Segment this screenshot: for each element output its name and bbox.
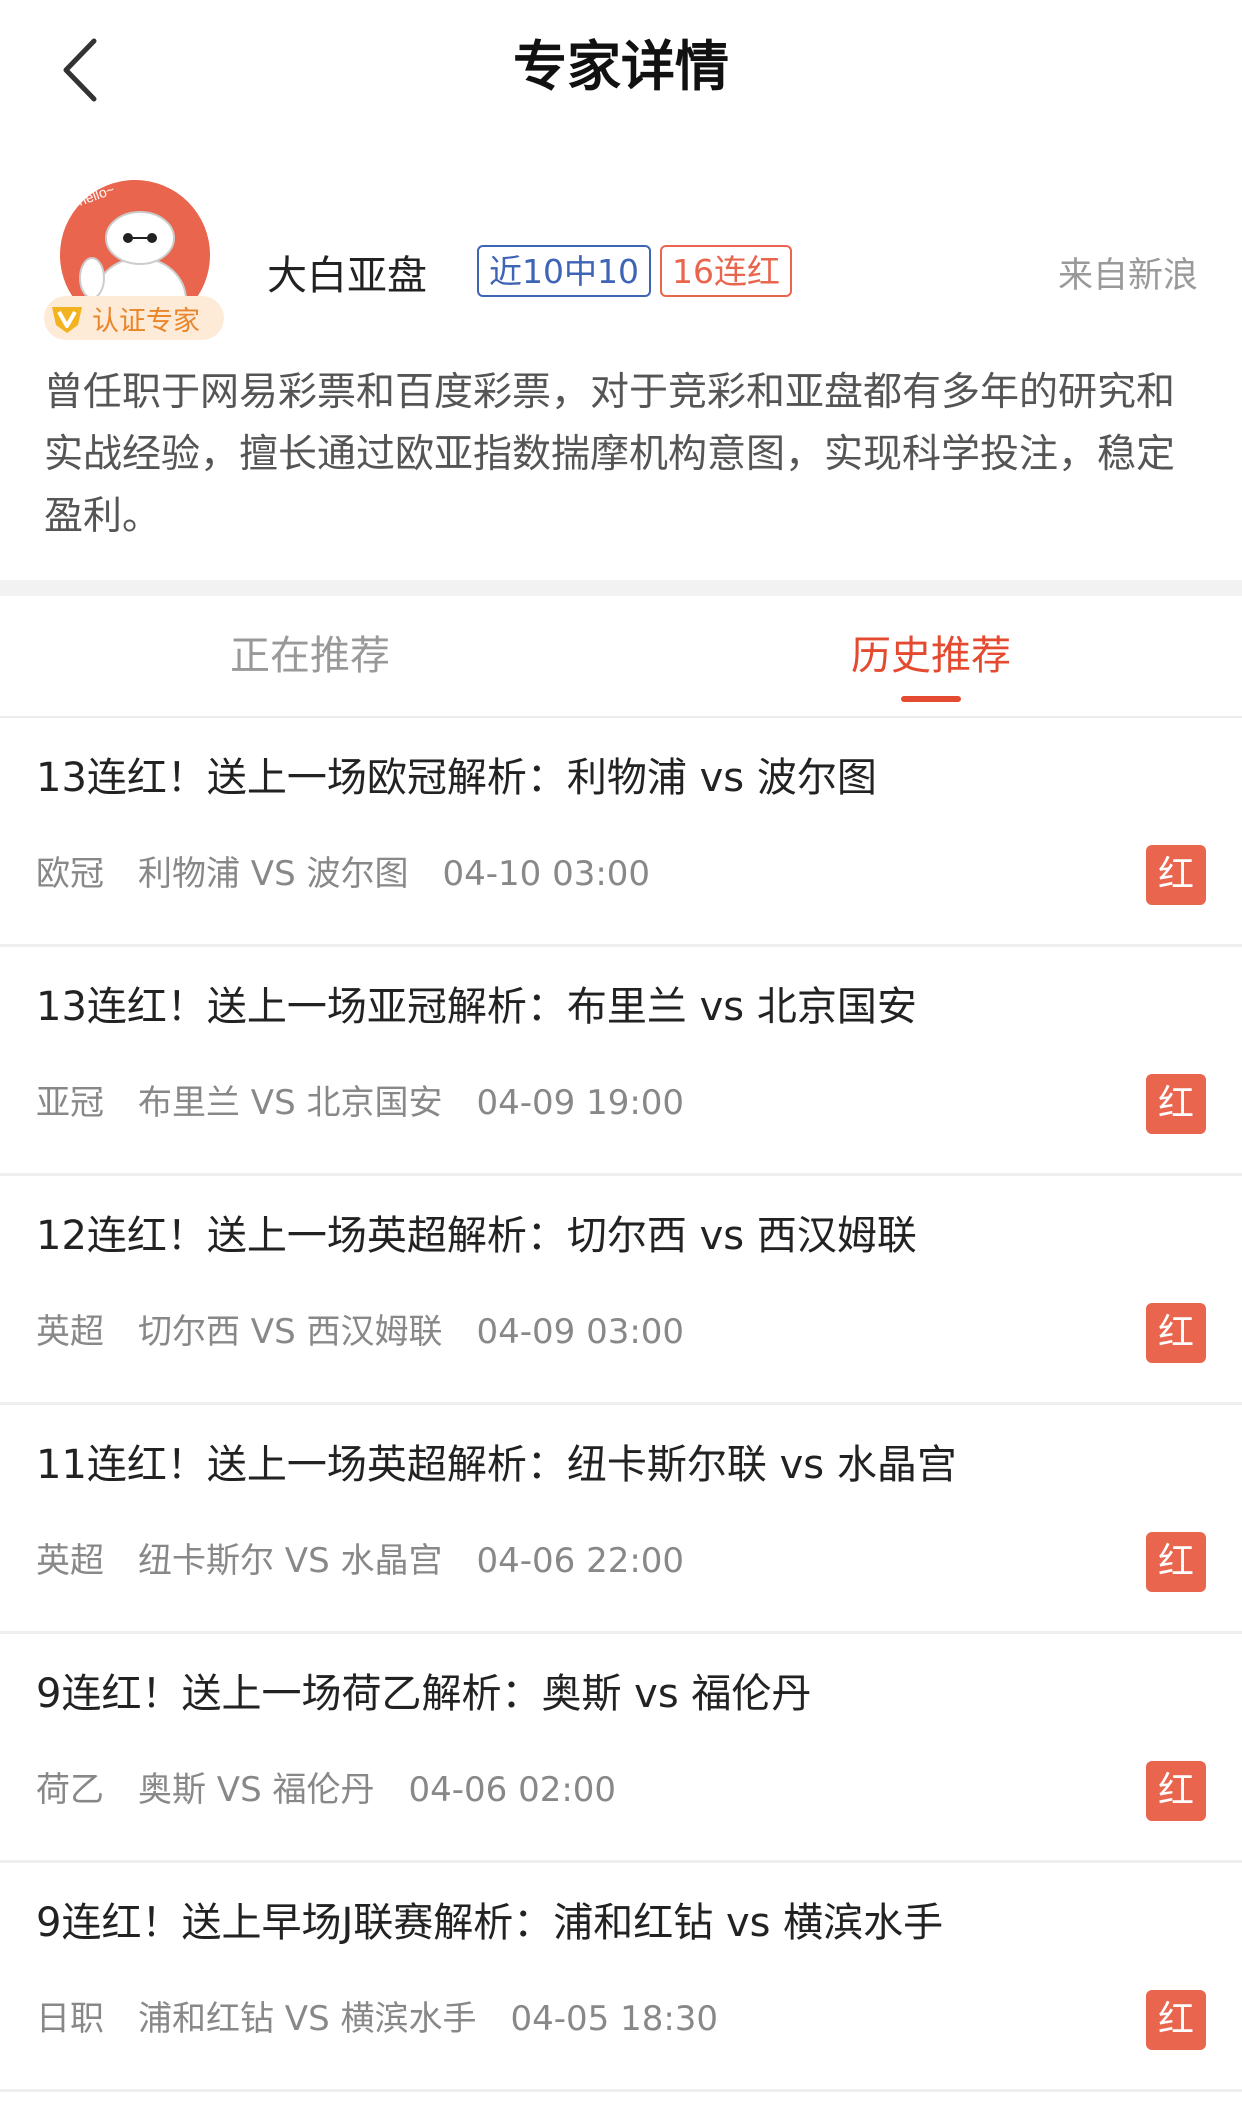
certified-label: 认证专家 xyxy=(92,305,200,337)
certified-expert-badge: 认证专家 xyxy=(44,296,224,340)
item-league: 荷乙 xyxy=(36,1770,104,1810)
item-meta: 荷乙 奥斯 VS 福伦丹 04-06 02:00 xyxy=(36,1764,650,1816)
item-league: 欧冠 xyxy=(36,854,104,894)
result-badge: 红 xyxy=(1146,1532,1206,1592)
item-league: 英超 xyxy=(36,1312,104,1352)
item-match: 浦和红钻 VS 横滨水手 xyxy=(138,1999,477,2039)
result-badge: 红 xyxy=(1146,1303,1206,1363)
expert-detail-page: 专家详情 hello~ 认证专家 大白亚盘 近10中10 16连红 来自新浪 曾… xyxy=(0,0,1242,2110)
result-badge: 红 xyxy=(1146,1074,1206,1134)
list-item[interactable]: 13连红！送上一场欧冠解析：利物浦 vs 波尔图 欧冠 利物浦 VS 波尔图 04-… xyxy=(0,718,1242,947)
tab-current-recommendations[interactable]: 正在推荐 xyxy=(110,626,510,686)
streak-tag: 16连红 xyxy=(660,245,792,297)
section-divider xyxy=(0,580,1242,596)
v-badge-icon xyxy=(52,307,82,333)
item-meta: 英超 纽卡斯尔 VS 水晶宫 04-06 22:00 xyxy=(36,1535,718,1587)
list-item[interactable]: 9连红！送上一场荷乙解析：奥斯 vs 福伦丹 荷乙 奥斯 VS 福伦丹 04-06 … xyxy=(0,1634,1242,1863)
recent-record-tag: 近10中10 xyxy=(477,245,651,297)
recommendation-tabs: 正在推荐 历史推荐 xyxy=(0,596,1242,718)
list-item[interactable]: 11连红！送上一场英超解析：纽卡斯尔联 vs 水晶宫 英超 纽卡斯尔 VS 水晶宫… xyxy=(0,1405,1242,1634)
item-match: 切尔西 VS 西汉姆联 xyxy=(138,1312,443,1352)
item-match: 纽卡斯尔 VS 水晶宫 xyxy=(138,1541,443,1581)
item-meta: 欧冠 利物浦 VS 波尔图 04-10 03:00 xyxy=(36,848,684,900)
item-time: 04-06 22:00 xyxy=(476,1541,685,1581)
item-match: 奥斯 VS 福伦丹 xyxy=(138,1770,375,1810)
active-tab-indicator xyxy=(901,696,961,702)
expert-profile: hello~ 认证专家 大白亚盘 近10中10 16连红 来自新浪 曾任职于网易… xyxy=(0,140,1242,580)
item-time: 04-06 02:00 xyxy=(408,1770,617,1810)
item-match: 布里兰 VS 北京国安 xyxy=(138,1083,443,1123)
source-label: 来自新浪 xyxy=(1057,256,1198,296)
item-league: 亚冠 xyxy=(36,1083,104,1123)
item-time: 04-10 03:00 xyxy=(442,854,651,894)
list-item[interactable]: 9连红！送上早场J联赛解析：浦和红钻 vs 横滨水手 日职 浦和红钻 VS 横滨水… xyxy=(0,1863,1242,2092)
item-time: 04-09 03:00 xyxy=(476,1312,685,1352)
expert-name: 大白亚盘 xyxy=(267,253,427,299)
item-title: 13连红！送上一场亚冠解析：布里兰 vs 北京国安 xyxy=(36,984,917,1030)
item-meta: 日职 浦和红钻 VS 横滨水手 04-05 18:30 xyxy=(36,1993,752,2045)
result-badge: 红 xyxy=(1146,845,1206,905)
page-title: 专家详情 xyxy=(513,35,729,98)
item-match: 利物浦 VS 波尔图 xyxy=(138,854,409,894)
list-item[interactable]: 12连红！送上一场英超解析：切尔西 vs 西汉姆联 英超 切尔西 VS 西汉姆联 0… xyxy=(0,1176,1242,1405)
item-title: 9连红！送上早场J联赛解析：浦和红钻 vs 横滨水手 xyxy=(36,1900,944,1946)
header: 专家详情 xyxy=(0,0,1242,140)
result-badge: 红 xyxy=(1146,1761,1206,1821)
item-time: 04-09 19:00 xyxy=(476,1083,685,1123)
result-badge: 红 xyxy=(1146,1990,1206,2050)
item-title: 11连红！送上一场英超解析：纽卡斯尔联 vs 水晶宫 xyxy=(36,1442,957,1488)
tab-history-recommendations[interactable]: 历史推荐 xyxy=(731,626,1131,686)
item-title: 12连红！送上一场英超解析：切尔西 vs 西汉姆联 xyxy=(36,1213,917,1259)
item-meta: 亚冠 布里兰 VS 北京国安 04-09 19:00 xyxy=(36,1077,718,1129)
item-meta: 英超 切尔西 VS 西汉姆联 04-09 03:00 xyxy=(36,1306,718,1358)
item-league: 英超 xyxy=(36,1541,104,1581)
history-list: 13连红！送上一场欧冠解析：利物浦 vs 波尔图 欧冠 利物浦 VS 波尔图 04-… xyxy=(0,718,1242,2092)
item-time: 04-05 18:30 xyxy=(510,1999,719,2039)
item-title: 9连红！送上一场荷乙解析：奥斯 vs 福伦丹 xyxy=(36,1671,812,1717)
item-league: 日职 xyxy=(36,1999,104,2039)
item-title: 13连红！送上一场欧冠解析：利物浦 vs 波尔图 xyxy=(36,755,877,801)
list-item[interactable]: 13连红！送上一场亚冠解析：布里兰 vs 北京国安 亚冠 布里兰 VS 北京国安 0… xyxy=(0,947,1242,1176)
expert-bio: 曾任职于网易彩票和百度彩票，对于竞彩和亚盘都有多年的研究和实战经验，擅长通过欧亚… xyxy=(44,370,1176,539)
